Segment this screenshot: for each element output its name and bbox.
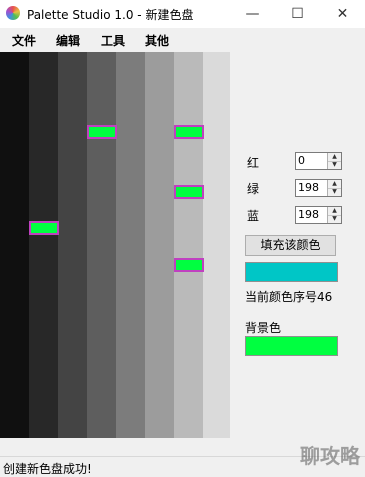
blue-label: 蓝 bbox=[247, 209, 260, 223]
palette-stripe-3[interactable] bbox=[58, 52, 87, 438]
background-color-label: 背景色 bbox=[245, 321, 282, 335]
close-button[interactable]: ✕ bbox=[320, 0, 365, 28]
menu-edit[interactable]: 编辑 bbox=[56, 32, 80, 49]
minimize-button[interactable]: — bbox=[230, 0, 275, 28]
background-color-swatch[interactable] bbox=[245, 336, 338, 356]
green-value: 198 bbox=[298, 181, 319, 194]
selected-swatch[interactable] bbox=[174, 258, 204, 272]
palette-stripe-4[interactable] bbox=[87, 52, 116, 438]
selected-swatch[interactable] bbox=[174, 125, 204, 139]
menu-tools[interactable]: 工具 bbox=[101, 32, 125, 49]
fill-color-button[interactable]: 填充该颜色 bbox=[245, 235, 336, 256]
selected-swatch[interactable] bbox=[87, 125, 117, 139]
menu-file[interactable]: 文件 bbox=[12, 32, 36, 49]
selected-swatch[interactable] bbox=[29, 221, 59, 235]
palette-stripe-7[interactable] bbox=[174, 52, 203, 438]
blue-value: 198 bbox=[298, 208, 319, 221]
palette-stripe-6[interactable] bbox=[145, 52, 174, 438]
palette-stripe-8[interactable] bbox=[203, 52, 230, 438]
app-logo-icon bbox=[6, 6, 20, 20]
red-label: 红 bbox=[247, 156, 260, 170]
palette-stripe-2[interactable] bbox=[29, 52, 58, 438]
red-decrement-button[interactable]: ▼ bbox=[328, 161, 341, 169]
red-spinbox[interactable]: 0 ▲ ▼ bbox=[295, 152, 342, 170]
window-title: Palette Studio 1.0 - 新建色盘 bbox=[27, 8, 194, 22]
blue-spinbox[interactable]: 198 ▲ ▼ bbox=[295, 206, 342, 224]
palette-stripe-5[interactable] bbox=[116, 52, 145, 438]
title-bar: Palette Studio 1.0 - 新建色盘 — ☐ ✕ bbox=[0, 0, 365, 28]
current-color-index: 当前颜色序号46 bbox=[245, 290, 333, 304]
maximize-button[interactable]: ☐ bbox=[275, 0, 320, 28]
palette-stripe-1[interactable] bbox=[0, 52, 29, 438]
current-color-swatch bbox=[245, 262, 338, 282]
menu-other[interactable]: 其他 bbox=[145, 32, 169, 49]
watermark-logo: 聊攻略 bbox=[300, 444, 360, 468]
menu-bar: 文件 编辑 工具 其他 bbox=[0, 28, 365, 52]
green-spinbox[interactable]: 198 ▲ ▼ bbox=[295, 179, 342, 197]
selected-swatch[interactable] bbox=[174, 185, 204, 199]
green-decrement-button[interactable]: ▼ bbox=[328, 188, 341, 196]
color-editor-panel: 红 0 ▲ ▼ 绿 198 ▲ ▼ 蓝 198 ▲ ▼ 填充该颜色 当前颜色序号… bbox=[230, 52, 365, 438]
palette-canvas[interactable] bbox=[0, 52, 230, 438]
status-text: 创建新色盘成功! bbox=[3, 462, 92, 476]
blue-decrement-button[interactable]: ▼ bbox=[328, 215, 341, 223]
green-label: 绿 bbox=[247, 182, 260, 196]
red-value: 0 bbox=[298, 154, 305, 167]
